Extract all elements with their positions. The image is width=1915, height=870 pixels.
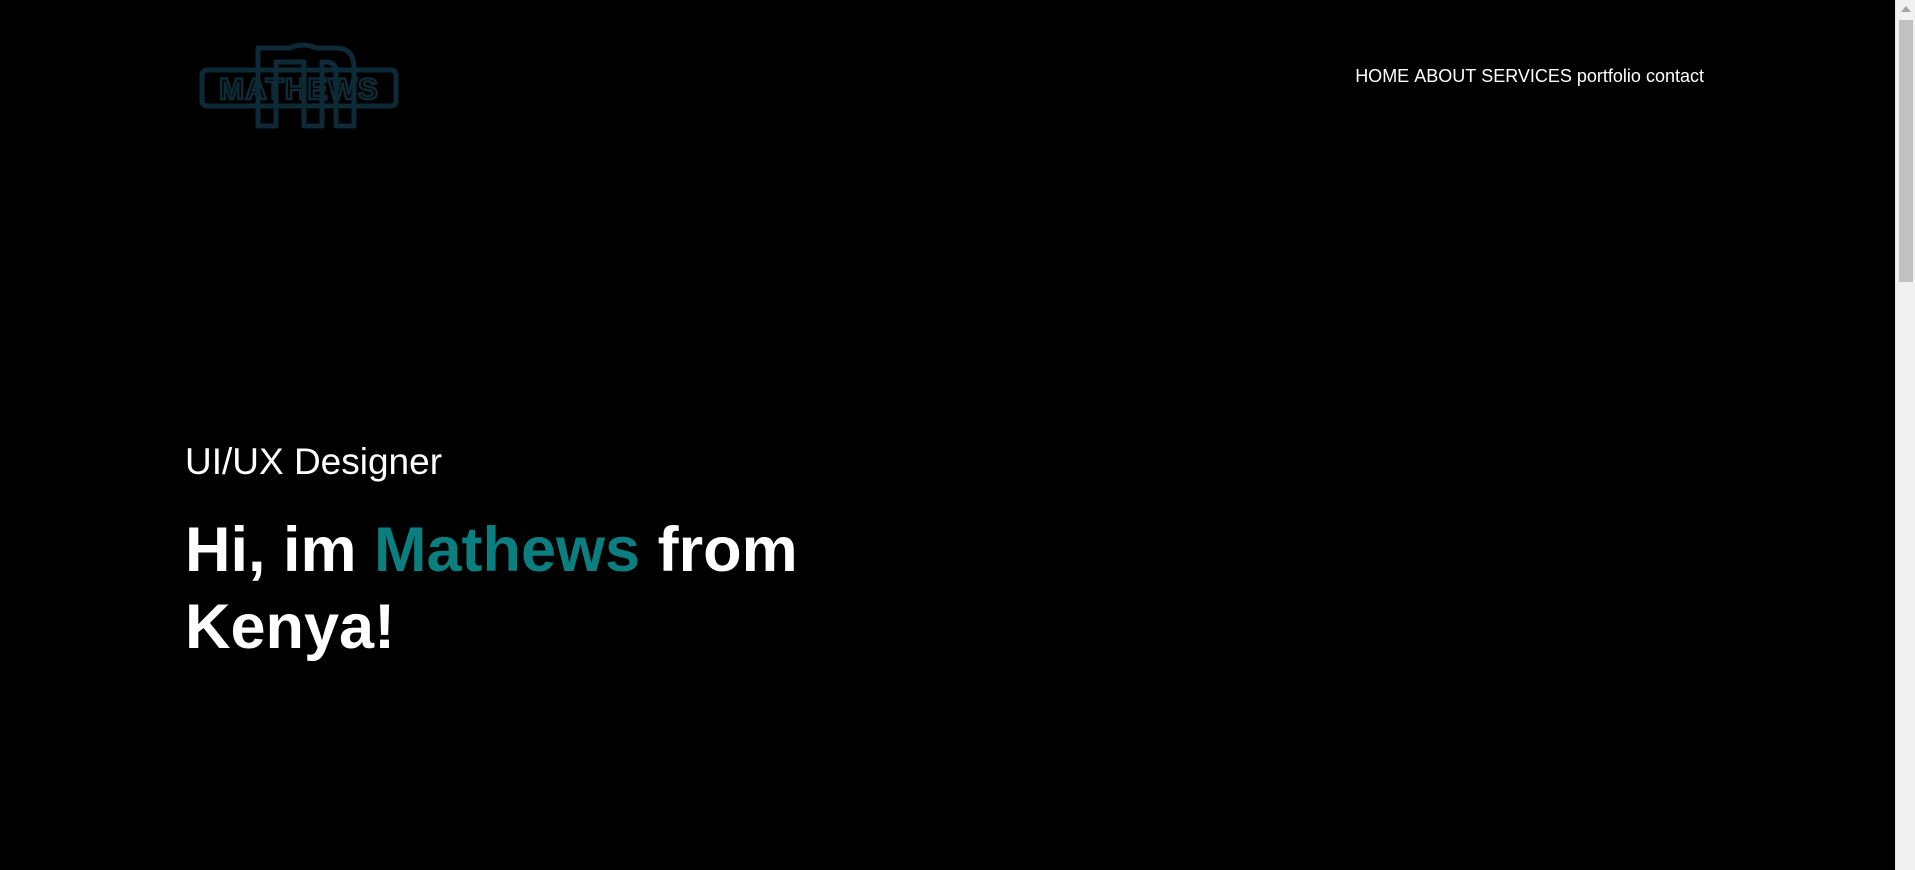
headline-name: Mathews <box>374 515 641 585</box>
scroll-up-arrow-icon[interactable] <box>1901 6 1911 12</box>
nav-item-services[interactable]: SERVICES <box>1481 66 1572 87</box>
logo-graphic: MATHEWS <box>199 42 399 129</box>
headline-prefix: Hi, im <box>185 515 375 585</box>
hero-role: UI/UX Designer <box>185 441 443 482</box>
site-header: MATHEWS HOME ABOUT SERVICES portfolio co… <box>0 0 1895 140</box>
hero-headline: Hi, im Mathews from Kenya! <box>185 512 885 666</box>
nav-item-home[interactable]: HOME <box>1355 66 1409 87</box>
hero-section: UI/UX Designer Hi, im Mathews from Kenya… <box>185 440 885 666</box>
scroll-thumb[interactable] <box>1899 20 1913 282</box>
page: MATHEWS HOME ABOUT SERVICES portfolio co… <box>0 0 1915 870</box>
headline-suffix: from <box>640 515 798 585</box>
nav-item-contact[interactable]: contact <box>1646 66 1704 87</box>
logo-wordmark: MATHEWS <box>219 73 379 106</box>
site-logo[interactable]: MATHEWS <box>198 40 400 130</box>
nav-item-about[interactable]: ABOUT <box>1414 66 1476 87</box>
headline-location: Kenya! <box>185 592 396 662</box>
vertical-scrollbar[interactable] <box>1895 0 1915 870</box>
main-nav: HOME ABOUT SERVICES portfolio contact <box>1355 66 1704 87</box>
nav-item-portfolio[interactable]: portfolio <box>1577 66 1641 87</box>
